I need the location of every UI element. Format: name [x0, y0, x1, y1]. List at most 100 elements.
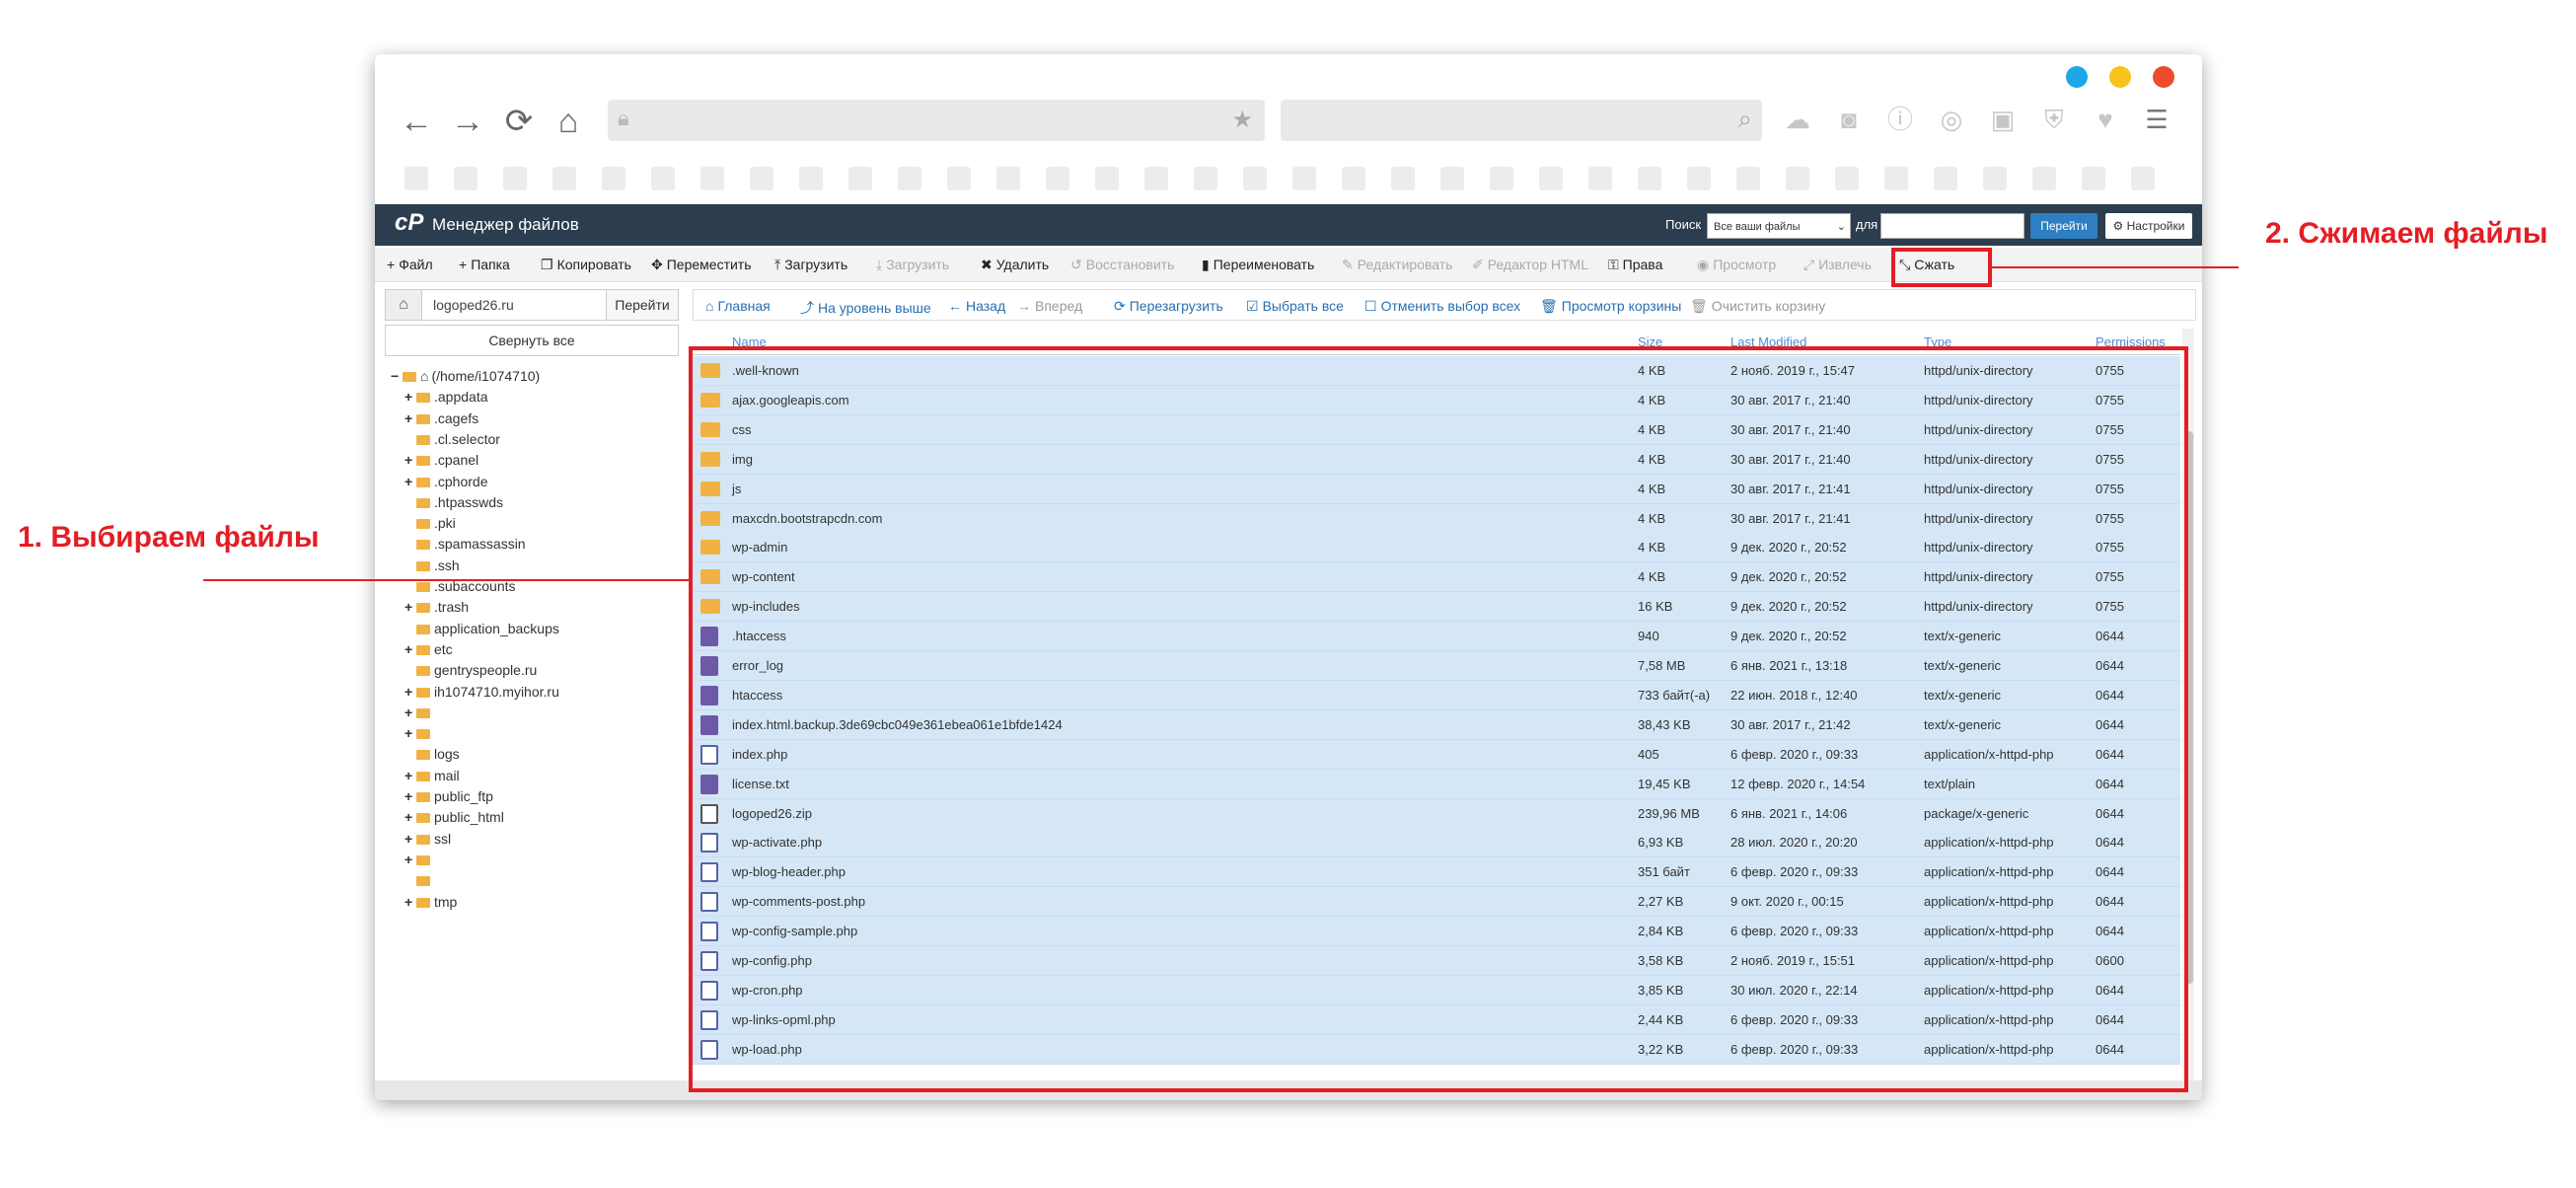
bookmark-placeholder[interactable] [700, 167, 724, 190]
bookmark-placeholder[interactable] [1588, 167, 1612, 190]
reload-icon[interactable]: ⟳ [499, 102, 539, 141]
bookmark-placeholder[interactable] [405, 167, 428, 190]
camera-icon[interactable]: ◙ [1833, 104, 1865, 135]
tree-item[interactable]: + mail [405, 766, 460, 786]
tree-item[interactable]: + etc [405, 639, 453, 660]
expand-icon[interactable]: + [405, 829, 416, 850]
bookmark-placeholder[interactable] [947, 167, 971, 190]
tree-item[interactable]: + .appdata [405, 387, 488, 408]
bookmark-placeholder[interactable] [503, 167, 527, 190]
expand-icon[interactable]: + [405, 703, 416, 723]
hamburger-menu-icon[interactable]: ☰ [2141, 104, 2172, 135]
expand-icon[interactable]: + [405, 682, 416, 703]
tree-item[interactable]: + tmp [405, 892, 457, 913]
tree-item[interactable]: + .cpanel [405, 450, 478, 471]
bookmark-placeholder[interactable] [1786, 167, 1809, 190]
expand-icon[interactable]: + [405, 892, 416, 913]
tree-item[interactable]: .pki [405, 513, 456, 534]
forward-arrow-icon[interactable]: → [448, 102, 487, 141]
tree-item[interactable]: + .cagefs [405, 408, 478, 429]
bookmark-placeholder[interactable] [2032, 167, 2056, 190]
expand-icon[interactable]: + [405, 723, 416, 744]
bookmark-placeholder[interactable] [1095, 167, 1119, 190]
window-dot-red[interactable] [2153, 66, 2174, 88]
upload-button[interactable]: ⤒ Загрузить [774, 257, 847, 273]
back-arrow-icon[interactable]: ← [397, 102, 436, 141]
star-icon[interactable]: ★ [1231, 106, 1253, 134]
window-dot-yellow[interactable] [2109, 66, 2131, 88]
tree-item[interactable]: + ih1074710.myihor.ru [405, 682, 559, 703]
bookmark-placeholder[interactable] [1835, 167, 1859, 190]
html-editor-button[interactable]: ✐ Редактор HTML [1472, 257, 1588, 273]
new-file-button[interactable]: + Файл [387, 257, 433, 272]
alert-icon[interactable]: ⓘ [1884, 104, 1916, 135]
path-input[interactable]: logoped26.ru [433, 297, 514, 313]
empty-trash-button[interactable]: 🗑 Очистить корзину [1690, 298, 1825, 315]
extract-button[interactable]: ⤢ Извлечь [1803, 257, 1872, 273]
bookmark-placeholder[interactable] [1983, 167, 2007, 190]
move-button[interactable]: ✥ Переместить [651, 257, 752, 273]
broadcast-icon[interactable]: ◎ [1936, 104, 1967, 135]
view-button[interactable]: ◉ Просмотр [1697, 257, 1776, 273]
bookmark-placeholder[interactable] [1638, 167, 1661, 190]
tree-item[interactable]: + [405, 850, 434, 870]
new-folder-button[interactable]: + Папка [459, 257, 510, 272]
tree-item[interactable]: logs [405, 744, 460, 765]
expand-icon[interactable]: + [405, 597, 416, 618]
home-icon[interactable]: ⌂ [386, 290, 422, 320]
up-one-level-button[interactable]: ⤴ На уровень выше [800, 298, 931, 318]
tree-item[interactable]: application_backups [405, 619, 559, 639]
tree-item[interactable]: + public_ftp [405, 786, 493, 807]
tree-item[interactable]: gentryspeople.ru [405, 660, 537, 681]
back-button[interactable]: ← Назад [948, 298, 1005, 314]
search-icon[interactable]: ⌕ [1737, 104, 1752, 135]
settings-button[interactable]: ⚙ Настройки [2105, 213, 2192, 239]
search-input[interactable] [1880, 213, 2024, 239]
bookmark-placeholder[interactable] [750, 167, 773, 190]
expand-icon[interactable]: + [405, 387, 416, 408]
tree-item[interactable]: + .cphorde [405, 472, 487, 492]
bookmark-placeholder[interactable] [1046, 167, 1069, 190]
expand-icon[interactable]: + [405, 639, 416, 660]
bookmark-placeholder[interactable] [454, 167, 478, 190]
expand-icon[interactable]: + [405, 850, 416, 870]
expand-icon[interactable]: + [405, 472, 416, 492]
download-button[interactable]: ⤓ Загрузить [876, 257, 949, 273]
bookmark-placeholder[interactable] [996, 167, 1020, 190]
tree-item[interactable] [405, 870, 434, 891]
unselect-all-button[interactable]: ☐ Отменить выбор всех [1364, 298, 1520, 315]
search-scope-select[interactable]: Все ваши файлы ⌄ [1707, 213, 1851, 239]
tree-item[interactable]: .ssh [405, 556, 460, 576]
forward-button[interactable]: → Вперед [1017, 298, 1082, 314]
bookmark-placeholder[interactable] [1687, 167, 1711, 190]
path-go-button[interactable]: Перейти [606, 290, 678, 320]
download-cloud-icon[interactable]: ☁ [1782, 104, 1813, 135]
browser-search-bar[interactable]: ⌕ [1281, 100, 1762, 141]
bookmark-placeholder[interactable] [1391, 167, 1415, 190]
tree-item[interactable]: + [405, 723, 434, 744]
tree-item[interactable]: .spamassassin [405, 534, 526, 555]
tree-item[interactable]: + [405, 703, 434, 723]
bookmark-placeholder[interactable] [2082, 167, 2105, 190]
bookmark-placeholder[interactable] [799, 167, 823, 190]
bookmark-placeholder[interactable] [1243, 167, 1267, 190]
delete-button[interactable]: ✖ Удалить [981, 257, 1049, 273]
bookmark-placeholder[interactable] [1194, 167, 1217, 190]
briefcase-icon[interactable]: ▣ [1987, 104, 2019, 135]
bookmark-placeholder[interactable] [2131, 167, 2155, 190]
expand-icon[interactable]: + [405, 408, 416, 429]
bookmark-placeholder[interactable] [651, 167, 675, 190]
edit-button[interactable]: ✎ Редактировать [1342, 257, 1452, 273]
home-icon[interactable]: ⌂ [549, 102, 588, 141]
bookmark-placeholder[interactable] [848, 167, 872, 190]
view-trash-button[interactable]: 🗑 Просмотр корзины [1540, 298, 1681, 315]
bookmark-placeholder[interactable] [1342, 167, 1365, 190]
tree-item[interactable]: .htpasswds [405, 492, 503, 513]
expand-icon[interactable]: + [405, 807, 416, 828]
window-dot-blue[interactable] [2066, 66, 2088, 88]
bookmark-placeholder[interactable] [1144, 167, 1168, 190]
reload-button[interactable]: ⟳ Перезагрузить [1114, 298, 1223, 315]
copy-button[interactable]: ❐ Копировать [541, 257, 631, 273]
expand-icon[interactable]: + [405, 766, 416, 786]
address-bar[interactable]: 🔒︎ ★ [608, 100, 1265, 141]
